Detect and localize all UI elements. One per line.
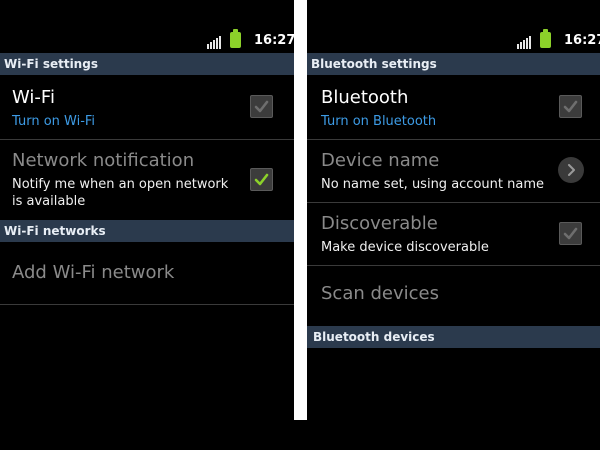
checkbox-icon [563, 227, 578, 240]
chevron-right-icon[interactable] [558, 157, 584, 183]
row-divider [0, 304, 294, 305]
device-name-subtitle: No name set, using account name [321, 177, 544, 192]
add-wifi-network-row[interactable]: Add Wi-Fi network [0, 242, 294, 304]
device-name-title: Device name [321, 150, 440, 171]
checkbox-icon [254, 100, 269, 113]
wifi-title: Wi-Fi [12, 87, 55, 108]
bluetooth-toggle-row[interactable]: Bluetooth Turn on Bluetooth [307, 75, 600, 139]
network-notification-subtitle-2: is available [12, 194, 86, 209]
discoverable-checkbox[interactable] [559, 222, 582, 245]
bluetooth-subtitle: Turn on Bluetooth [321, 114, 437, 129]
discoverable-row[interactable]: Discoverable Make device discoverable [307, 203, 600, 265]
bottom-bezel [0, 420, 600, 450]
scan-devices-row[interactable]: Scan devices [307, 266, 600, 325]
checkbox-icon [254, 173, 269, 186]
wifi-subtitle: Turn on Wi-Fi [12, 114, 96, 129]
battery-icon [230, 29, 241, 48]
add-wifi-network-title: Add Wi-Fi network [12, 262, 175, 283]
network-notification-subtitle-1: Notify me when an open network [12, 177, 229, 192]
status-bar: 16:27 [307, 0, 600, 53]
bluetooth-title: Bluetooth [321, 87, 409, 108]
wifi-checkbox[interactable] [250, 95, 273, 118]
network-notification-row[interactable]: Network notification Notify me when an o… [0, 140, 294, 220]
checkbox-icon [563, 100, 578, 113]
signal-icon [207, 36, 221, 49]
bluetooth-checkbox[interactable] [559, 95, 582, 118]
network-notification-checkbox[interactable] [250, 168, 273, 191]
discoverable-subtitle: Make device discoverable [321, 240, 489, 255]
signal-icon [517, 36, 531, 49]
wifi-toggle-row[interactable]: Wi-Fi Turn on Wi-Fi [0, 75, 294, 139]
status-time: 16:27 [254, 33, 294, 48]
wifi-settings-screen: 16:27 Wi-Fi settings Wi-Fi Turn on Wi-Fi… [0, 0, 294, 420]
battery-icon [540, 29, 551, 48]
status-bar: 16:27 [0, 0, 294, 53]
discoverable-title: Discoverable [321, 213, 438, 234]
wifi-settings-header: Wi-Fi settings [0, 53, 294, 75]
network-notification-title: Network notification [12, 150, 195, 171]
bluetooth-settings-screen: 16:27 Bluetooth settings Bluetooth Turn … [307, 0, 600, 420]
bluetooth-settings-header: Bluetooth settings [307, 53, 600, 75]
wifi-networks-header: Wi-Fi networks [0, 220, 294, 242]
status-time: 16:27 [564, 33, 600, 48]
bluetooth-devices-header: Bluetooth devices [307, 326, 600, 348]
scan-devices-title: Scan devices [321, 283, 439, 304]
device-name-row[interactable]: Device name No name set, using account n… [307, 140, 600, 202]
